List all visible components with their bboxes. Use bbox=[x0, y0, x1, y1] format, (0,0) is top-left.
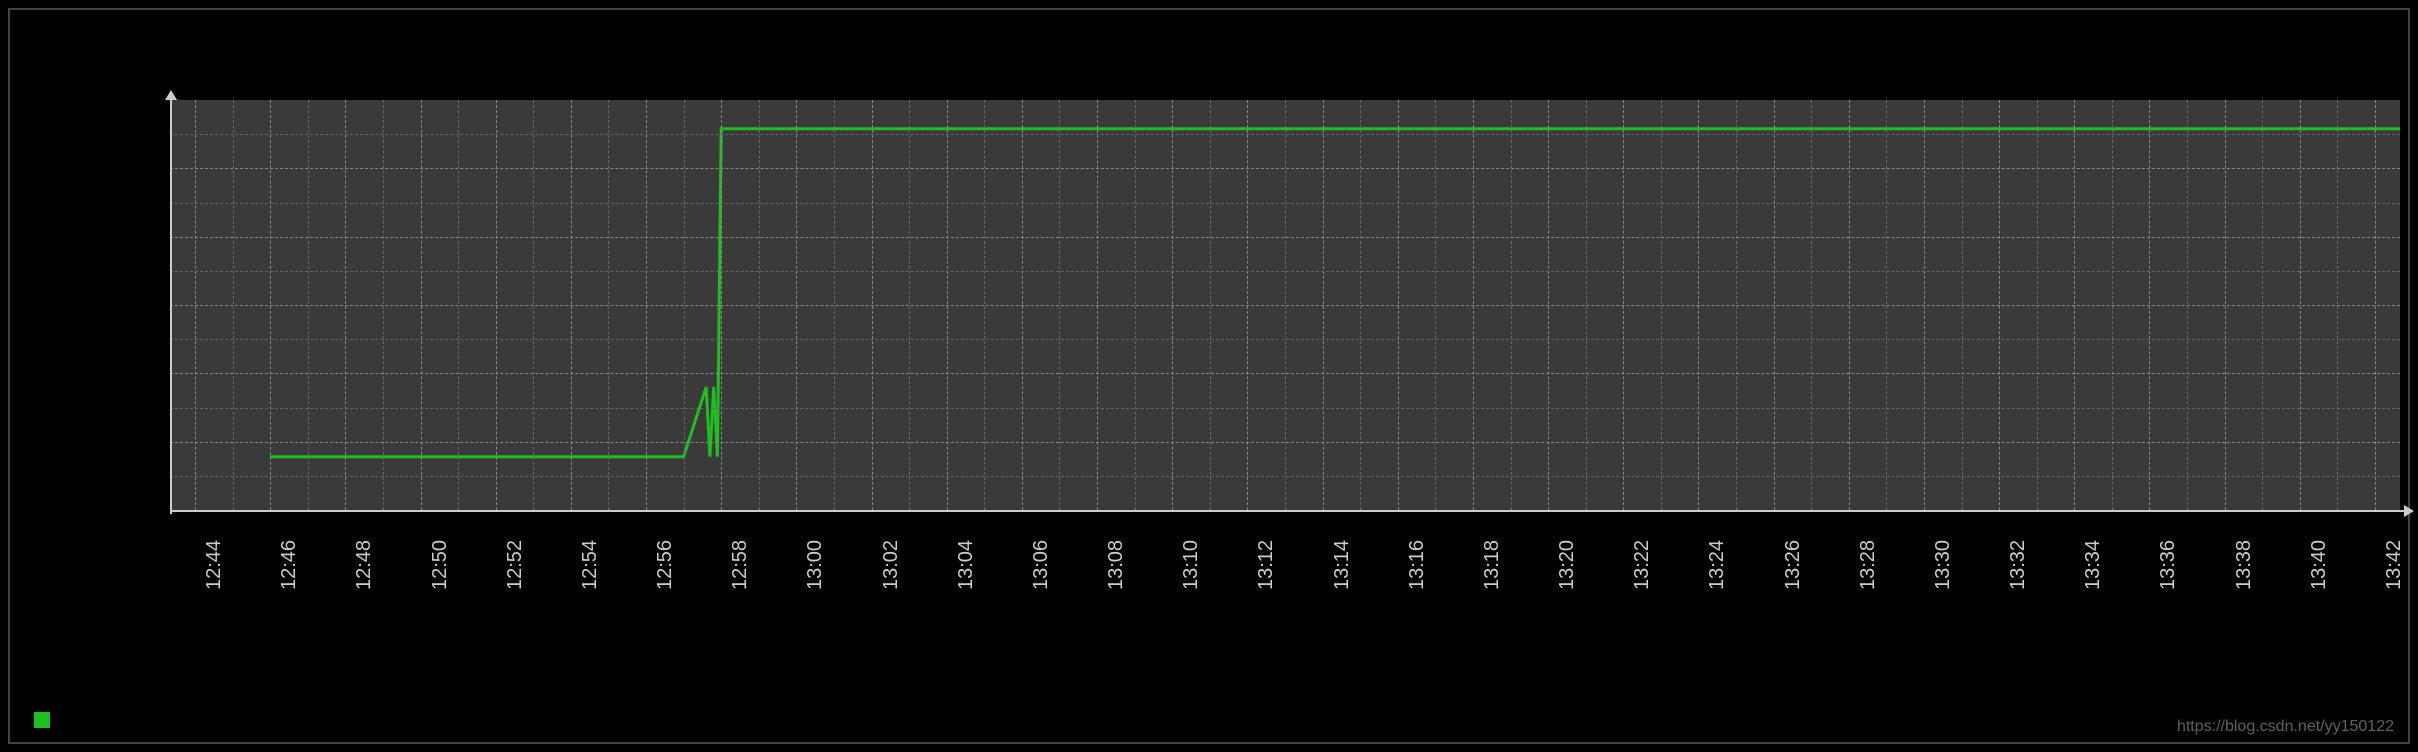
x-tick-label: 13:04 bbox=[955, 540, 978, 590]
grid-line-horizontal bbox=[170, 237, 2400, 238]
x-tick-label: 13:26 bbox=[1782, 540, 1805, 590]
y-axis-arrow-icon bbox=[165, 90, 177, 100]
x-tick-label: 13:12 bbox=[1255, 540, 1278, 590]
grid-line-horizontal bbox=[170, 408, 2400, 409]
x-tick-label: 12:54 bbox=[579, 540, 602, 590]
y-axis bbox=[170, 96, 172, 514]
x-tick-label: 13:06 bbox=[1030, 540, 1053, 590]
x-tick-label: 13:20 bbox=[1556, 540, 1579, 590]
x-tick-label: 12:58 bbox=[729, 540, 752, 590]
x-tick-label: 13:32 bbox=[2007, 540, 2030, 590]
x-tick-label: 13:30 bbox=[1932, 540, 1955, 590]
x-tick-label: 13:00 bbox=[804, 540, 827, 590]
x-tick-label: 12:52 bbox=[504, 540, 527, 590]
grid-line-horizontal bbox=[170, 476, 2400, 477]
grid-line-horizontal bbox=[170, 373, 2400, 374]
x-tick-label: 13:22 bbox=[1631, 540, 1654, 590]
grid-line-horizontal bbox=[170, 168, 2400, 169]
grid-line-horizontal bbox=[170, 305, 2400, 306]
grid-line-horizontal bbox=[170, 134, 2400, 135]
watermark-text: https://blog.csdn.net/yy150122 bbox=[2177, 718, 2394, 736]
x-tick-label: 12:56 bbox=[654, 540, 677, 590]
grid-line-horizontal bbox=[170, 203, 2400, 204]
chart-plot-area bbox=[170, 100, 2400, 510]
legend-swatch bbox=[34, 712, 50, 728]
grid-line-horizontal bbox=[170, 339, 2400, 340]
x-tick-label: 13:14 bbox=[1331, 540, 1354, 590]
x-tick-label: 13:24 bbox=[1706, 540, 1729, 590]
x-tick-label: 13:40 bbox=[2308, 540, 2331, 590]
x-tick-label: 13:38 bbox=[2233, 540, 2256, 590]
x-tick-label: 12:44 bbox=[203, 540, 226, 590]
x-tick-label: 13:02 bbox=[880, 540, 903, 590]
x-tick-label: 13:34 bbox=[2082, 540, 2105, 590]
x-tick-label: 12:46 bbox=[278, 540, 301, 590]
x-axis bbox=[170, 510, 2408, 512]
x-tick-label: 13:18 bbox=[1481, 540, 1504, 590]
x-tick-label: 12:48 bbox=[353, 540, 376, 590]
x-tick-label: 12:50 bbox=[429, 540, 452, 590]
x-axis-arrow-icon bbox=[2404, 505, 2414, 517]
grid-line-horizontal bbox=[170, 271, 2400, 272]
x-tick-label: 13:16 bbox=[1406, 540, 1429, 590]
x-tick-label: 13:42 bbox=[2383, 540, 2406, 590]
x-tick-label: 13:36 bbox=[2157, 540, 2180, 590]
chart-frame: 12:44 12:46 12:48 12:50 12:52 12:54 12:56 12:58… bbox=[8, 8, 2410, 744]
x-tick-label: 13:08 bbox=[1105, 540, 1128, 590]
x-tick-label: 13:10 bbox=[1180, 540, 1203, 590]
grid-line-horizontal bbox=[170, 442, 2400, 443]
x-tick-label: 13:28 bbox=[1857, 540, 1880, 590]
